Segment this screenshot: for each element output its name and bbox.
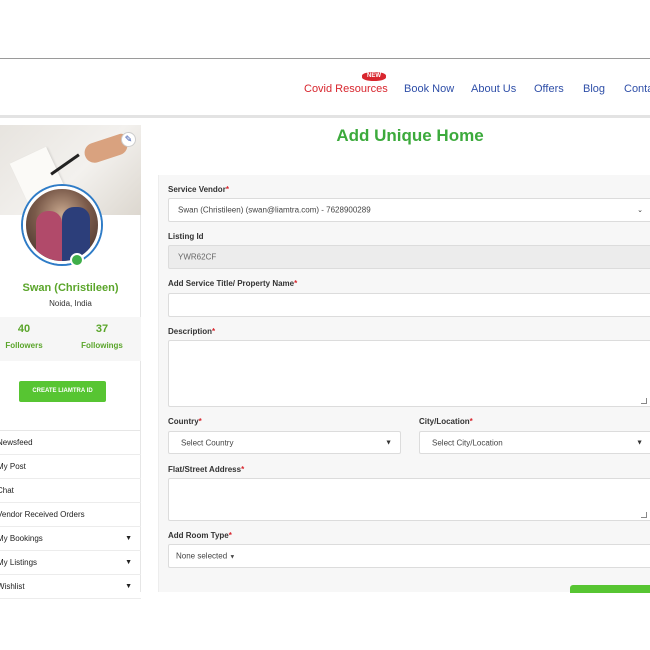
avatar-person-left: [36, 211, 62, 261]
description-label-text: Description: [168, 327, 213, 336]
new-badge: NEW: [362, 72, 386, 81]
sidebar-item-chat[interactable]: Chat: [0, 479, 141, 503]
country-select[interactable]: Select Country ▼: [168, 431, 401, 454]
city-value: Select City/Location: [432, 438, 503, 447]
service-vendor-label-text: Service Vendor: [168, 185, 226, 194]
description-textarea[interactable]: [168, 340, 650, 407]
nav-offers[interactable]: Offers: [534, 83, 564, 95]
room-type-multiselect[interactable]: None selected ▼: [168, 544, 650, 568]
required-mark: *: [469, 417, 473, 426]
followers-count: 40: [17, 323, 31, 335]
listing-id-label: Listing Id: [168, 232, 204, 241]
submit-button[interactable]: [570, 585, 650, 593]
city-label: City/Location*: [419, 417, 473, 426]
profile-sidebar: ✎ Swan (Christileen) Noida, India 40 Fol…: [0, 125, 141, 599]
followings-stat[interactable]: 37 Followings: [72, 323, 132, 350]
page-title: Add Unique Home: [336, 126, 484, 145]
sidebar-item-newsfeed[interactable]: Newsfeed: [0, 431, 141, 455]
listing-id-value: YWR62CF: [178, 252, 217, 262]
sidebar-menu: Newsfeed My Post Chat Vendor Received Or…: [0, 430, 141, 599]
address-label: Flat/Street Address*: [168, 465, 244, 474]
chevron-down-icon: ▼: [125, 559, 132, 566]
resize-handle-icon[interactable]: [641, 512, 647, 518]
sidebar-item-vendor-received-orders[interactable]: Vendor Received Orders: [0, 503, 141, 527]
country-label: Country*: [168, 417, 202, 426]
title-label-text: Add Service Title/ Property Name: [168, 279, 295, 288]
nav-book-now[interactable]: Book Now: [404, 83, 454, 95]
city-label-text: City/Location: [419, 417, 470, 426]
sidebar-item-label: Vendor Received Orders: [0, 510, 85, 519]
required-mark: *: [228, 531, 232, 540]
service-vendor-value: Swan (Christileen) (swan@liamtra.com) - …: [178, 205, 371, 215]
edit-icon[interactable]: ✎: [121, 132, 136, 147]
required-mark: *: [225, 185, 229, 194]
country-label-text: Country: [168, 417, 199, 426]
create-liamtra-id-button[interactable]: CREATE LIAMTRA ID: [19, 381, 106, 402]
service-vendor-select[interactable]: Swan (Christileen) (swan@liamtra.com) - …: [168, 198, 650, 222]
sidebar-item-label: My Bookings: [0, 534, 43, 543]
sidebar-item-label: Chat: [0, 486, 14, 495]
room-type-value-text: None selected: [176, 551, 228, 561]
sidebar-item-my-bookings[interactable]: My Bookings ▼: [0, 527, 141, 551]
chevron-down-icon: ▼: [125, 583, 132, 590]
title-input[interactable]: [168, 293, 650, 317]
sidebar-item-wishlist[interactable]: Wishlist ▼: [0, 575, 141, 599]
resize-handle-icon[interactable]: [641, 398, 647, 404]
profile-location: Noida, India: [49, 299, 92, 308]
followers-stat[interactable]: 40 Followers: [0, 323, 54, 350]
followings-count: 37: [95, 323, 109, 335]
sidebar-item-label: My Listings: [0, 558, 38, 567]
avatar[interactable]: [23, 186, 101, 264]
nav-blog[interactable]: Blog: [583, 83, 605, 95]
top-nav: Covid Resources NEW Book Now About Us Of…: [0, 58, 650, 118]
caret-down-icon: ▼: [385, 439, 392, 446]
caret-down-icon: ▼: [229, 554, 236, 561]
room-type-label-text: Add Room Type: [168, 531, 229, 540]
followings-label: Followings: [81, 341, 123, 350]
followers-label: Followers: [5, 341, 43, 350]
nav-about-us[interactable]: About Us: [471, 83, 516, 95]
sidebar-item-label: Wishlist: [0, 582, 25, 591]
online-status-icon: [70, 253, 84, 267]
service-vendor-label: Service Vendor*: [168, 185, 229, 194]
page-frame: Covid Resources NEW Book Now About Us Of…: [0, 0, 650, 650]
address-textarea[interactable]: [168, 478, 650, 521]
title-label: Add Service Title/ Property Name*: [168, 279, 297, 288]
listing-id-field: YWR62CF: [168, 245, 650, 269]
sidebar-item-label: Newsfeed: [0, 438, 33, 447]
sidebar-item-label: My Post: [0, 462, 26, 471]
city-select[interactable]: Select City/Location ▼: [419, 431, 650, 454]
sidebar-item-my-listings[interactable]: My Listings ▼: [0, 551, 141, 575]
caret-down-icon: ▼: [636, 439, 643, 446]
description-label: Description*: [168, 327, 215, 336]
chevron-down-icon: ⌄: [637, 207, 643, 214]
room-type-label: Add Room Type*: [168, 531, 232, 540]
room-type-value: None selected ▼: [176, 552, 235, 561]
sidebar-item-my-post[interactable]: My Post: [0, 455, 141, 479]
required-mark: *: [198, 417, 202, 426]
required-mark: *: [294, 279, 298, 288]
country-value: Select Country: [181, 438, 234, 447]
chevron-down-icon: ▼: [125, 535, 132, 542]
profile-name[interactable]: Swan (Christileen): [0, 282, 141, 294]
nav-contact[interactable]: Conta: [624, 83, 650, 95]
profile-stats: 40 Followers 37 Followings: [0, 317, 141, 361]
required-mark: *: [212, 327, 216, 336]
nav-covid-resources[interactable]: Covid Resources: [304, 83, 388, 95]
required-mark: *: [241, 465, 245, 474]
address-label-text: Flat/Street Address: [168, 465, 242, 474]
